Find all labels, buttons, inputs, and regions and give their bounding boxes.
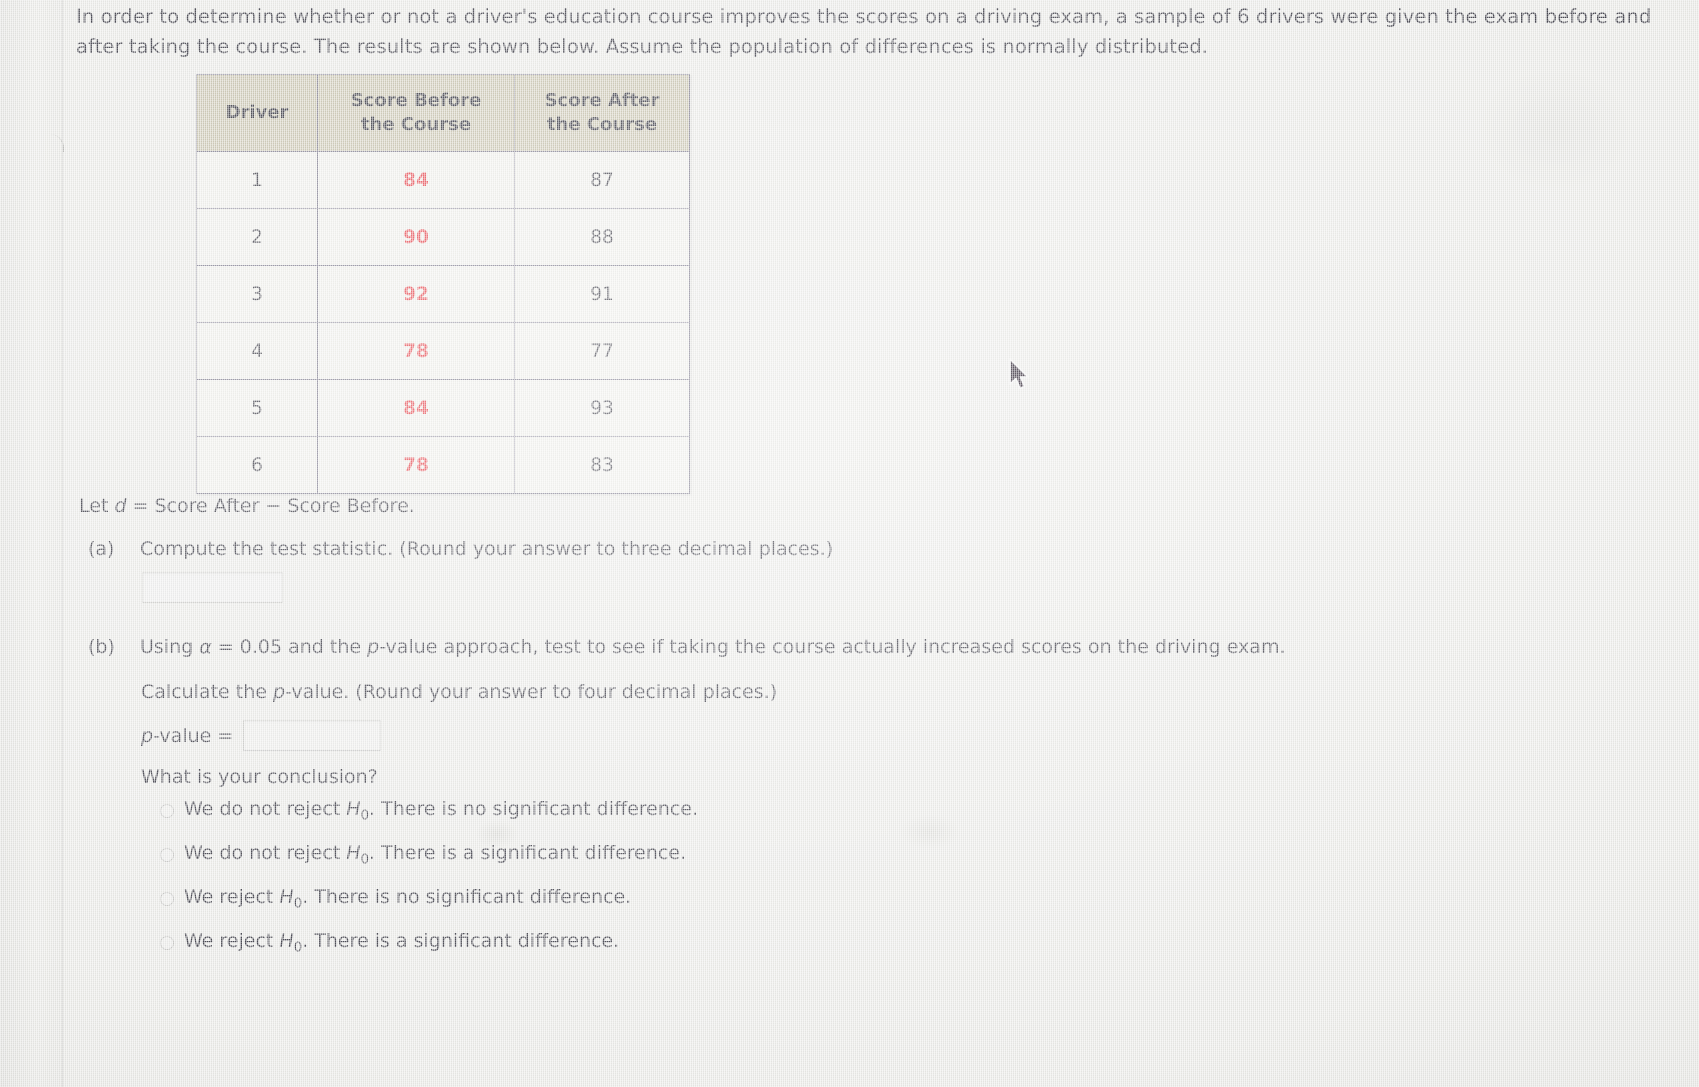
radio-button-icon[interactable] xyxy=(160,804,174,818)
opt4-post: . There is a significant difference. xyxy=(302,930,620,952)
cell-driver: 4 xyxy=(196,322,318,380)
definition-suffix: = Score After − Score Before. xyxy=(126,495,415,517)
radio-button-icon[interactable] xyxy=(160,892,174,906)
pvalue-answer-row: p -value = xyxy=(141,720,382,751)
opt2-post: . There is a significant difference. xyxy=(369,842,687,864)
cell-score-after: 93 xyxy=(514,379,690,437)
conclusion-option-1[interactable]: We do not reject H0. There is no signifi… xyxy=(160,798,1060,842)
table-header-row: Driver Score Before the Course Score Aft… xyxy=(196,74,690,152)
cell-score-after: 77 xyxy=(514,322,690,380)
table-row: 2 90 88 xyxy=(196,208,690,266)
alpha-symbol: α xyxy=(199,636,212,658)
opt3-hvar: H xyxy=(279,886,294,908)
part-b-text-3: -value approach, test to see if taking t… xyxy=(379,636,1286,658)
column-header-driver: Driver xyxy=(196,74,318,152)
opt4-pre: We reject xyxy=(184,930,280,952)
calc-prefix: Calculate the xyxy=(141,681,273,703)
table-row: 5 84 93 xyxy=(196,379,690,437)
cell-score-after: 91 xyxy=(514,265,690,323)
part-a-label: (a) xyxy=(88,538,115,560)
scores-table-container: Driver Score Before the Course Score Aft… xyxy=(196,74,690,494)
opt3-post: . There is no significant difference. xyxy=(302,886,632,908)
header-before-line1: Score Before xyxy=(350,90,482,111)
paper-smudge xyxy=(1480,70,1630,190)
cell-score-before: 84 xyxy=(317,379,515,437)
difference-definition: Let d = Score After − Score Before. xyxy=(79,495,415,517)
calc-p-symbol: p xyxy=(273,681,286,703)
part-b-label: (b) xyxy=(88,636,115,658)
opt1-post: . There is no significant difference. xyxy=(369,798,699,820)
problem-intro: In order to determine whether or not a d… xyxy=(76,5,1652,58)
problem-content: In order to determine whether or not a d… xyxy=(0,0,1699,1087)
part-b-question: Using α = 0.05 and the p-value approach,… xyxy=(140,636,1286,658)
cell-score-after: 83 xyxy=(514,436,690,494)
opt3-sub: 0 xyxy=(293,896,303,912)
calculate-pvalue-instruction: Calculate the p-value. (Round your answe… xyxy=(141,681,777,703)
table-row: 1 84 87 xyxy=(196,151,690,209)
cell-driver: 5 xyxy=(196,379,318,437)
conclusion-option-4-label: We reject H0. There is a significant dif… xyxy=(184,930,619,955)
table-row: 3 92 91 xyxy=(196,265,690,323)
cell-score-before: 84 xyxy=(317,151,515,209)
cell-driver: 6 xyxy=(196,436,318,494)
conclusion-option-1-label: We do not reject H0. There is no signifi… xyxy=(184,798,698,823)
cell-score-after: 87 xyxy=(514,151,690,209)
opt4-sub: 0 xyxy=(293,940,303,956)
definition-prefix: Let xyxy=(79,495,115,517)
cell-score-after: 88 xyxy=(514,208,690,266)
conclusion-option-3-label: We reject H0. There is no significant di… xyxy=(184,886,631,911)
part-b-text-2: = 0.05 and the xyxy=(211,636,368,658)
opt2-sub: 0 xyxy=(360,852,370,868)
conclusion-option-3[interactable]: We reject H0. There is no significant di… xyxy=(160,886,1060,930)
mouse-cursor-icon xyxy=(1008,358,1034,394)
cell-driver: 1 xyxy=(196,151,318,209)
pvalue-input[interactable] xyxy=(243,720,382,751)
radio-button-icon[interactable] xyxy=(160,848,174,862)
header-after-line2: the Course xyxy=(546,114,658,135)
conclusion-option-2[interactable]: We do not reject H0. There is a signific… xyxy=(160,842,1060,886)
opt2-pre: We do not reject xyxy=(184,842,347,864)
scores-table-body: 1 84 87 2 90 88 3 92 91 4 78 77 5 84 93 … xyxy=(196,151,690,494)
header-driver-line1: Driver xyxy=(225,102,289,123)
opt1-pre: We do not reject xyxy=(184,798,347,820)
cell-score-before: 78 xyxy=(317,322,515,380)
test-statistic-input[interactable] xyxy=(142,572,283,603)
opt3-pre: We reject xyxy=(184,886,280,908)
cell-score-before: 92 xyxy=(317,265,515,323)
conclusion-question: What is your conclusion? xyxy=(141,766,378,788)
cell-driver: 3 xyxy=(196,265,318,323)
conclusion-option-2-label: We do not reject H0. There is a signific… xyxy=(184,842,686,867)
conclusion-option-4[interactable]: We reject H0. There is a significant dif… xyxy=(160,930,1060,974)
opt1-sub: 0 xyxy=(360,808,370,824)
pvalue-label-rest: -value = xyxy=(153,724,234,747)
calc-suffix: -value. (Round your answer to four decim… xyxy=(285,681,778,703)
cell-score-before: 78 xyxy=(317,436,515,494)
opt4-hvar: H xyxy=(279,930,294,952)
part-a-question: Compute the test statistic. (Round your … xyxy=(140,538,834,560)
column-header-score-before: Score Before the Course xyxy=(317,74,515,152)
opt2-hvar: H xyxy=(346,842,361,864)
cell-score-before: 90 xyxy=(317,208,515,266)
definition-variable: d xyxy=(114,495,127,517)
table-row: 6 78 83 xyxy=(196,436,690,494)
header-after-line1: Score After xyxy=(544,90,660,111)
radio-button-icon[interactable] xyxy=(160,936,174,950)
part-b-text-1: Using xyxy=(140,636,200,658)
opt1-hvar: H xyxy=(346,798,361,820)
header-before-line2: the Course xyxy=(360,114,472,135)
scores-table-header: Driver Score Before the Course Score Aft… xyxy=(196,74,690,152)
table-row: 4 78 77 xyxy=(196,322,690,380)
conclusion-options: We do not reject H0. There is no signifi… xyxy=(160,798,1060,974)
cell-driver: 2 xyxy=(196,208,318,266)
scores-table: Driver Score Before the Course Score Aft… xyxy=(196,74,690,494)
column-header-score-after: Score After the Course xyxy=(514,74,690,152)
p-symbol: p xyxy=(367,636,380,658)
pvalue-label-p: p xyxy=(141,724,154,747)
